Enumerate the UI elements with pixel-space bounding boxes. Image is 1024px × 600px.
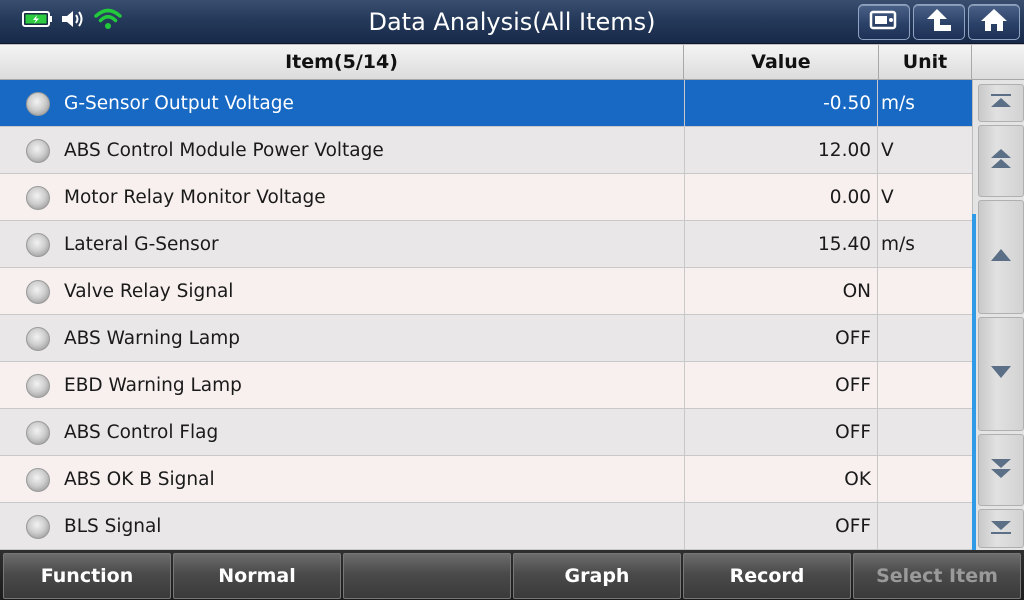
item-value: OFF bbox=[684, 315, 878, 362]
table-row[interactable]: ABS Control Module Power Voltage 12.00 V bbox=[0, 127, 972, 174]
scroll-bottom-button[interactable] bbox=[978, 509, 1024, 548]
scroll-indicator[interactable] bbox=[972, 214, 976, 550]
item-value: 0.00 bbox=[684, 174, 878, 221]
video-button[interactable] bbox=[858, 4, 910, 40]
page-up-icon bbox=[989, 147, 1013, 175]
radio-button[interactable] bbox=[26, 421, 50, 445]
item-name: G-Sensor Output Voltage bbox=[64, 93, 294, 114]
item-name: ABS Warning Lamp bbox=[64, 328, 240, 349]
radio-button[interactable] bbox=[26, 374, 50, 398]
line-down-icon bbox=[989, 364, 1013, 384]
item-value: 12.00 bbox=[684, 127, 878, 174]
item-value: OFF bbox=[684, 503, 878, 550]
item-value: OK bbox=[684, 456, 878, 503]
radio-button[interactable] bbox=[26, 327, 50, 351]
item-unit: V bbox=[881, 140, 894, 161]
item-name: Valve Relay Signal bbox=[64, 281, 234, 302]
back-arrow-icon bbox=[924, 7, 954, 37]
item-unit: V bbox=[881, 187, 894, 208]
blank-button[interactable] bbox=[343, 553, 511, 599]
table-row[interactable]: ABS OK B Signal OK bbox=[0, 456, 972, 503]
item-name: BLS Signal bbox=[64, 516, 162, 537]
normal-button[interactable]: Normal bbox=[173, 553, 341, 599]
select-item-button[interactable]: Select Item bbox=[853, 553, 1021, 599]
table-row[interactable]: ABS Warning Lamp OFF bbox=[0, 315, 972, 362]
item-unit: m/s bbox=[881, 93, 915, 114]
back-button[interactable] bbox=[913, 4, 965, 40]
graph-button[interactable]: Graph bbox=[513, 553, 681, 599]
line-down-button[interactable] bbox=[978, 317, 1024, 431]
scroll-bottom-icon bbox=[989, 519, 1013, 539]
title-bar: Data Analysis(All Items) bbox=[0, 0, 1024, 44]
item-value: OFF bbox=[684, 409, 878, 456]
item-name: ABS OK B Signal bbox=[64, 469, 215, 490]
page-up-button[interactable] bbox=[978, 125, 1024, 197]
item-name: ABS Control Module Power Voltage bbox=[64, 140, 384, 161]
home-button[interactable] bbox=[968, 4, 1020, 40]
radio-button[interactable] bbox=[26, 468, 50, 492]
table-row[interactable]: Lateral G-Sensor 15.40 m/s bbox=[0, 221, 972, 268]
page-down-button[interactable] bbox=[978, 434, 1024, 506]
item-name: EBD Warning Lamp bbox=[64, 375, 242, 396]
item-unit: m/s bbox=[881, 234, 915, 255]
radio-button[interactable] bbox=[26, 186, 50, 210]
item-name: ABS Control Flag bbox=[64, 422, 219, 443]
scroll-top-button[interactable] bbox=[978, 84, 1024, 122]
data-table: G-Sensor Output Voltage -0.50 m/s ABS Co… bbox=[0, 80, 972, 550]
radio-button[interactable] bbox=[26, 515, 50, 539]
table-row[interactable]: BLS Signal OFF bbox=[0, 503, 972, 550]
scroll-top-icon bbox=[989, 93, 1013, 113]
item-value: -0.50 bbox=[684, 80, 878, 127]
table-row[interactable]: ABS Control Flag OFF bbox=[0, 409, 972, 456]
item-name: Lateral G-Sensor bbox=[64, 234, 219, 255]
table-row[interactable]: G-Sensor Output Voltage -0.50 m/s bbox=[0, 80, 972, 127]
radio-button[interactable] bbox=[26, 139, 50, 163]
line-up-icon bbox=[989, 247, 1013, 267]
function-button[interactable]: Function bbox=[3, 553, 171, 599]
table-row[interactable]: EBD Warning Lamp OFF bbox=[0, 362, 972, 409]
bottom-toolbar: Function Normal Graph Record Select Item bbox=[0, 550, 1024, 600]
table-row[interactable]: Valve Relay Signal ON bbox=[0, 268, 972, 315]
item-value: 15.40 bbox=[684, 221, 878, 268]
column-header-value: Value bbox=[684, 45, 879, 80]
radio-button[interactable] bbox=[26, 92, 50, 116]
video-icon bbox=[869, 9, 899, 35]
column-header-unit: Unit bbox=[879, 45, 972, 80]
table-row[interactable]: Motor Relay Monitor Voltage 0.00 V bbox=[0, 174, 972, 221]
line-up-button[interactable] bbox=[978, 200, 1024, 314]
table-header: Item(5/14) Value Unit bbox=[0, 44, 1024, 80]
record-button[interactable]: Record bbox=[683, 553, 851, 599]
home-icon bbox=[979, 7, 1009, 37]
page-down-icon bbox=[989, 456, 1013, 484]
column-header-item: Item(5/14) bbox=[0, 45, 684, 80]
radio-button[interactable] bbox=[26, 280, 50, 304]
item-value: OFF bbox=[684, 362, 878, 409]
radio-button[interactable] bbox=[26, 233, 50, 257]
item-value: ON bbox=[684, 268, 878, 315]
item-name: Motor Relay Monitor Voltage bbox=[64, 187, 326, 208]
